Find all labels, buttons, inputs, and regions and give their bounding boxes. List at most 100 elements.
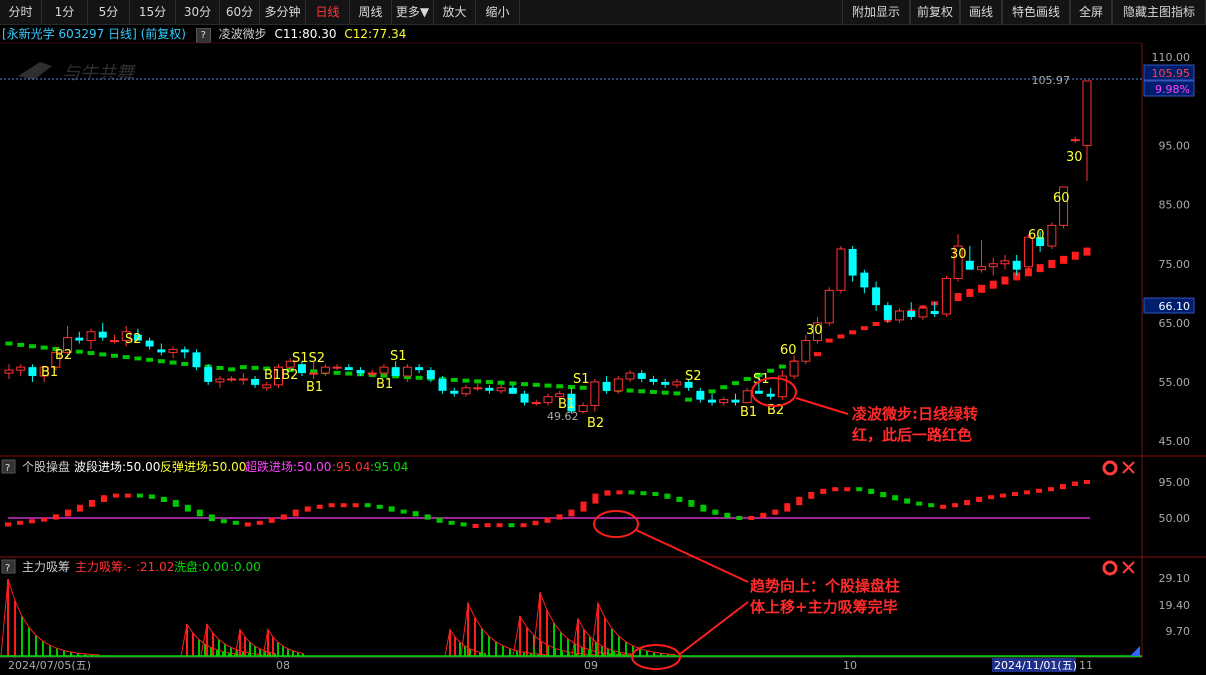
lingbo-dot — [685, 397, 693, 402]
panel2-bar — [124, 493, 131, 498]
candle-body — [238, 378, 248, 381]
candle-body — [731, 399, 740, 403]
signal-30: 30 — [1066, 150, 1083, 165]
signal-b2: B2 — [587, 416, 604, 431]
panel3-tick-2: 19.40 — [1159, 599, 1191, 612]
lingbo-dot — [673, 391, 681, 396]
candle-body — [496, 387, 506, 392]
panel2-bar — [184, 504, 191, 512]
signal-s1s2: S1S2 — [292, 351, 325, 366]
left-price-label: 105.97 — [1032, 74, 1071, 87]
close-icon[interactable] — [1122, 461, 1135, 474]
lingbo-dot — [134, 356, 142, 361]
signal-b1: B1 — [558, 397, 575, 412]
panel2-bar — [220, 519, 227, 524]
panel3-v2: :21.02 — [136, 560, 174, 574]
annotation-arrow-2 — [635, 529, 749, 583]
lingbo-dot — [146, 357, 154, 362]
kline-chart-area[interactable]: 与牛共舞 110.00 95.00 85.00 75.00 65.00 55.00 45.0… — [0, 0, 1206, 675]
candle-body — [602, 381, 611, 391]
candle-body — [696, 390, 705, 400]
panel2-bar — [364, 503, 371, 508]
panel2-bar — [832, 487, 839, 492]
signal-30: 30 — [950, 247, 967, 262]
candle-body — [590, 381, 600, 407]
panel2-bar — [5, 522, 11, 527]
candle-body — [180, 349, 189, 353]
candle-body — [192, 352, 201, 368]
panel2-bar — [340, 503, 347, 508]
price-tick: 110.00 — [1152, 51, 1191, 64]
lingbo-dot — [626, 388, 634, 393]
panel2-bar — [1036, 488, 1043, 493]
candle-body — [930, 311, 939, 314]
candle-body — [227, 378, 237, 381]
annotation-arrow-3 — [679, 601, 749, 655]
candle-body — [438, 378, 447, 391]
lingbo-dot — [157, 359, 165, 364]
lingbo-dot — [1060, 255, 1068, 264]
candle-body — [344, 367, 353, 371]
candle-body — [168, 348, 178, 353]
lingbo-dot — [872, 322, 880, 327]
date-axis: 2024/07/05(五) 08 09 10 2024/11/01(五) 11 — [8, 658, 1093, 672]
candle-body — [531, 402, 541, 405]
lingbo-dot — [825, 338, 833, 343]
candle-body — [708, 399, 717, 403]
price-tick: 75.00 — [1159, 258, 1191, 271]
panel2-bar — [1024, 490, 1031, 495]
panel2-bar — [268, 517, 275, 523]
lingbo-dot — [122, 355, 130, 360]
panel2-v1: 波段进场:50.00 — [74, 459, 160, 474]
candle-body — [801, 340, 811, 362]
candle-body — [415, 367, 424, 371]
bull-logo-icon — [18, 62, 52, 80]
candle-body — [766, 393, 775, 397]
gear-icon[interactable] — [1102, 560, 1118, 576]
panel2-bar — [1048, 487, 1055, 492]
panel2-tick-95: 95.00 — [1159, 476, 1191, 489]
lingbo-dot — [814, 352, 821, 357]
candle-body — [520, 393, 529, 403]
lingbo-dot — [532, 382, 540, 387]
candle-body — [742, 390, 752, 404]
candle-body — [473, 387, 483, 390]
lingbo-dot — [169, 360, 177, 365]
signal-s2: S2 — [685, 369, 702, 384]
lingbo-dot — [708, 389, 716, 394]
panel2-bar — [868, 488, 875, 494]
candle-body — [75, 337, 84, 341]
panel2-bar — [652, 492, 659, 496]
candle-body — [661, 381, 670, 385]
gear-icon[interactable] — [1102, 460, 1118, 476]
date-month-11: 11 — [1079, 659, 1093, 672]
annotation-text-1a: 凌波微步:日线绿转 — [852, 405, 978, 423]
candle-body — [367, 372, 377, 375]
lingbo-dot — [1083, 247, 1091, 256]
candle-body — [543, 396, 553, 404]
panel2-bar — [688, 500, 695, 507]
watermark: 与牛共舞 — [18, 62, 136, 84]
panel2-bar — [280, 514, 287, 520]
lingbo-dot — [837, 334, 845, 339]
current-price-label: 105.95 — [1152, 67, 1191, 80]
panel2-bar — [460, 522, 467, 527]
date-month-10: 10 — [843, 659, 857, 672]
lingbo-dot — [462, 378, 470, 383]
lingbo-dot — [509, 381, 517, 386]
candle-body — [402, 366, 412, 377]
panel2-bar — [880, 492, 887, 498]
panel2-bar — [952, 503, 959, 508]
candle-body — [379, 366, 389, 374]
candle-body — [485, 387, 494, 391]
candle-body — [719, 399, 729, 404]
candle-body — [637, 373, 646, 379]
close-icon[interactable] — [1122, 561, 1135, 574]
scroll-corner-icon[interactable] — [1130, 646, 1140, 656]
panel2-bar — [760, 512, 767, 518]
candle-body — [251, 378, 260, 385]
candle-body — [824, 289, 834, 324]
panel2-bar — [172, 500, 179, 507]
candle-body — [1047, 224, 1057, 247]
lingbo-dots — [5, 247, 1091, 402]
